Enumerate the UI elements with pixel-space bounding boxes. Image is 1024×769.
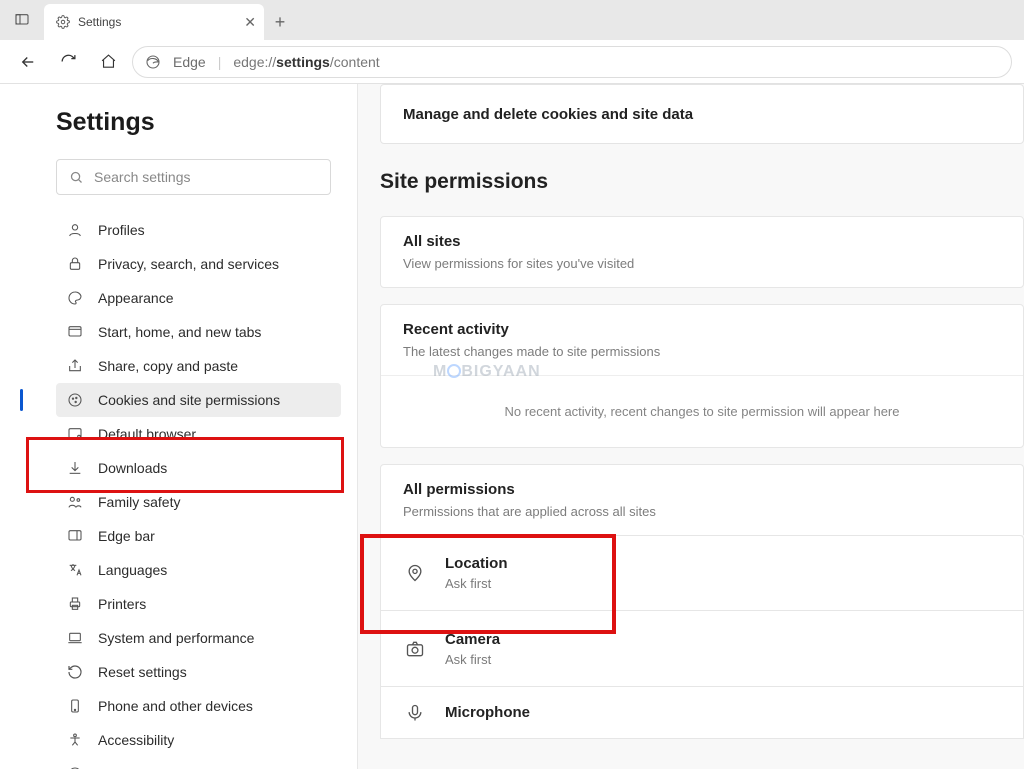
card-recent-activity: Recent activity The latest changes made …	[380, 304, 1024, 448]
toolbar: Edge | edge://settings/content	[0, 40, 1024, 84]
refresh-button[interactable]	[52, 46, 84, 78]
settings-sidebar: Settings Search settings Profiles Privac…	[0, 84, 358, 769]
browser-icon	[66, 426, 84, 442]
download-icon	[66, 460, 84, 476]
lock-icon	[66, 256, 84, 272]
location-icon	[403, 563, 427, 583]
tab-title: Settings	[78, 15, 121, 29]
nav-profiles[interactable]: Profiles	[56, 213, 341, 247]
url-path: edge://settings/content	[233, 54, 379, 70]
recent-sub: The latest changes made to site permissi…	[403, 344, 1001, 359]
printer-icon	[66, 596, 84, 612]
page-title: Settings	[56, 108, 343, 137]
url-separator: |	[218, 54, 222, 70]
phone-icon	[66, 698, 84, 714]
share-icon	[66, 358, 84, 374]
nav-default-browser[interactable]: Default browser	[56, 417, 341, 451]
window-icon	[66, 324, 84, 340]
perm-location[interactable]: LocationAsk first	[380, 535, 1024, 611]
nav-downloads[interactable]: Downloads	[56, 451, 341, 485]
laptop-icon	[66, 630, 84, 646]
accessibility-icon	[66, 732, 84, 748]
gear-icon	[56, 15, 70, 29]
nav-phone[interactable]: Phone and other devices	[56, 689, 341, 723]
camera-icon	[403, 639, 427, 659]
all-perms-sub: Permissions that are applied across all …	[403, 504, 1001, 519]
nav-accessibility[interactable]: Accessibility	[56, 723, 341, 757]
nav-languages[interactable]: Languages	[56, 553, 341, 587]
section-site-permissions-title: Site permissions	[380, 170, 1024, 194]
perm-microphone[interactable]: Microphone	[380, 687, 1024, 739]
settings-main: Manage and delete cookies and site data …	[358, 84, 1024, 769]
nav-family[interactable]: Family safety	[56, 485, 341, 519]
nav-appearance[interactable]: Appearance	[56, 281, 341, 315]
microphone-icon	[403, 703, 427, 723]
search-settings-input[interactable]: Search settings	[56, 159, 331, 195]
browser-tab[interactable]: Settings ✕	[44, 4, 264, 40]
nav-cookies[interactable]: Cookies and site permissions	[56, 383, 341, 417]
profile-icon	[66, 222, 84, 238]
all-sites-title: All sites	[403, 233, 1001, 250]
watermark: MBIGYAAN	[433, 363, 541, 381]
content: Settings Search settings Profiles Privac…	[0, 84, 1024, 769]
nav-system[interactable]: System and performance	[56, 621, 341, 655]
nav-share[interactable]: Share, copy and paste	[56, 349, 341, 383]
reset-icon	[66, 664, 84, 680]
search-icon	[69, 170, 84, 185]
edge-logo-icon	[145, 54, 161, 70]
address-bar[interactable]: Edge | edge://settings/content	[132, 46, 1012, 78]
language-icon	[66, 562, 84, 578]
palette-icon	[66, 290, 84, 306]
recent-empty: No recent activity, recent changes to si…	[381, 375, 1023, 447]
nav-about[interactable]: About Microsoft Edge	[56, 757, 341, 769]
sidebar-icon	[66, 528, 84, 544]
home-button[interactable]	[92, 46, 124, 78]
new-tab-button[interactable]: +	[264, 4, 296, 40]
recent-title: Recent activity	[403, 321, 1001, 338]
tab-actions-button[interactable]	[0, 0, 44, 40]
nav-privacy[interactable]: Privacy, search, and services	[56, 247, 341, 281]
card-all-sites[interactable]: All sites View permissions for sites you…	[380, 216, 1024, 288]
all-sites-sub: View permissions for sites you've visite…	[403, 256, 1001, 271]
titlebar: Settings ✕ +	[0, 0, 1024, 40]
perm-camera[interactable]: CameraAsk first	[380, 611, 1024, 687]
cookies-banner[interactable]: Manage and delete cookies and site data	[380, 84, 1024, 144]
search-placeholder: Search settings	[94, 169, 191, 185]
url-scheme: Edge	[173, 54, 206, 70]
settings-nav: Profiles Privacy, search, and services A…	[56, 213, 341, 769]
nav-edge-bar[interactable]: Edge bar	[56, 519, 341, 553]
nav-printers[interactable]: Printers	[56, 587, 341, 621]
close-tab-icon[interactable]: ✕	[244, 14, 256, 31]
card-all-permissions-head: All permissions Permissions that are app…	[380, 464, 1024, 535]
family-icon	[66, 494, 84, 510]
nav-reset[interactable]: Reset settings	[56, 655, 341, 689]
all-perms-title: All permissions	[403, 481, 1001, 498]
back-button[interactable]	[12, 46, 44, 78]
permissions-list: LocationAsk first CameraAsk first Microp…	[380, 535, 1024, 739]
cookie-icon	[66, 392, 84, 408]
nav-start[interactable]: Start, home, and new tabs	[56, 315, 341, 349]
